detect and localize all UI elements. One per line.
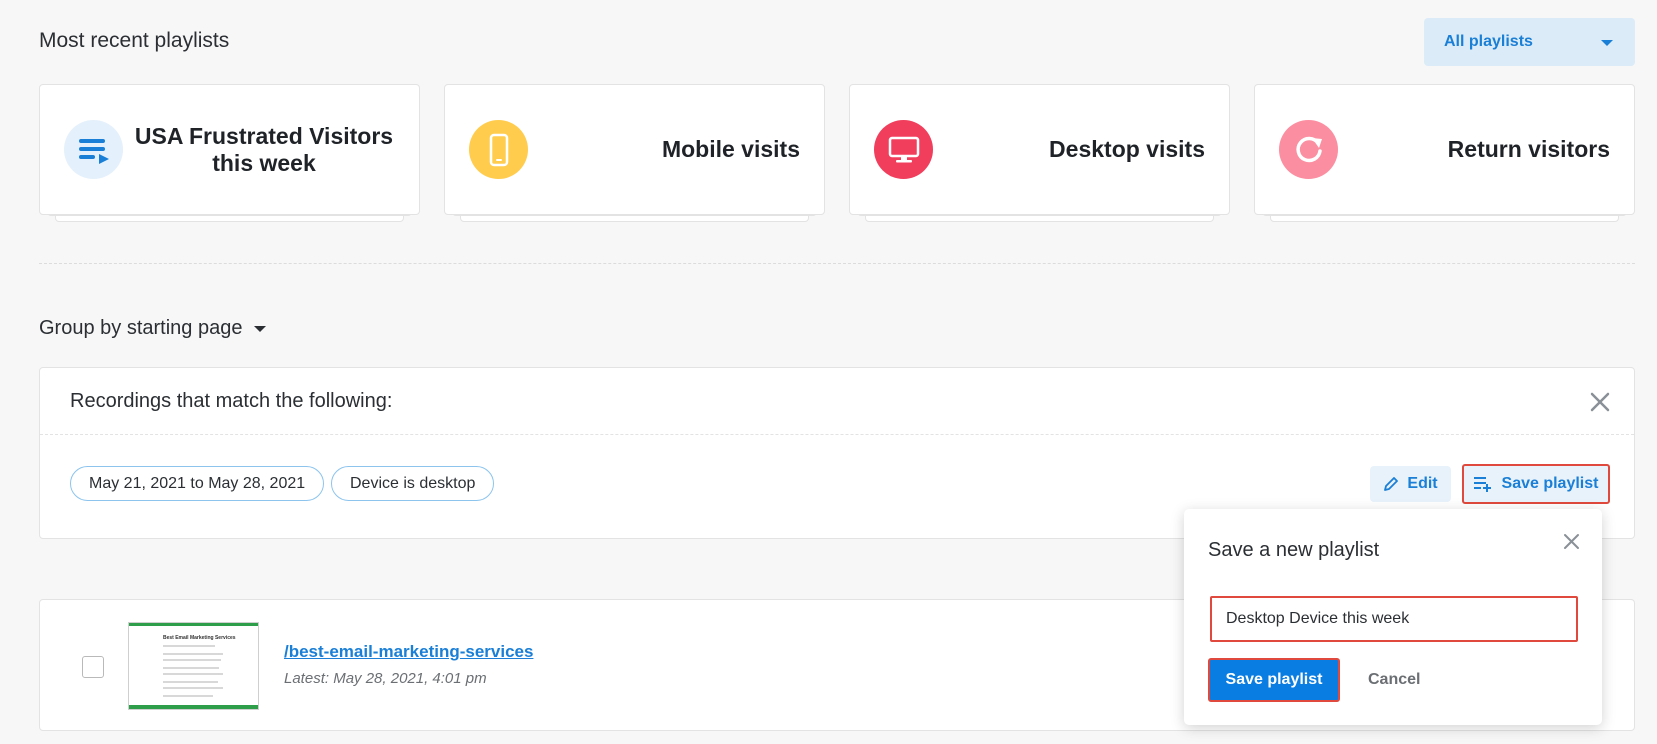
playlist-card-usa-frustrated[interactable]: USA Frustrated Visitors this week (39, 84, 420, 215)
group-by-label: Group by starting page (39, 317, 243, 339)
group-by-dropdown[interactable]: Group by starting page (39, 317, 267, 340)
thumb-line (163, 673, 223, 675)
save-playlist-button[interactable]: Save playlist (1462, 464, 1610, 504)
thumb-line (163, 645, 215, 647)
recording-checkbox[interactable] (82, 656, 104, 678)
thumb-line (163, 695, 213, 697)
thumb-line (163, 659, 221, 661)
recording-page-link[interactable]: /best-email-marketing-services (284, 642, 533, 662)
thumb-header-bar (129, 623, 258, 626)
thumb-line (163, 687, 223, 689)
close-popup-button[interactable] (1563, 533, 1580, 550)
playlist-add-icon (1473, 477, 1491, 492)
thumb-line (163, 653, 223, 655)
chevron-down-icon (1601, 40, 1613, 46)
playlist-icon (64, 120, 123, 179)
thumb-line (163, 667, 219, 669)
close-filter-button[interactable] (1588, 390, 1612, 414)
thumb-title: Best Email Marketing Services (163, 635, 236, 641)
playlist-card-mobile[interactable]: Mobile visits (444, 84, 825, 215)
playlist-card-label: Return visitors (1447, 136, 1610, 162)
close-icon (1564, 534, 1579, 549)
playlist-card-return[interactable]: Return visitors (1254, 84, 1635, 215)
playlist-cards: USA Frustrated Visitors this week Mobile… (39, 84, 1635, 232)
popup-title: Save a new playlist (1208, 539, 1380, 561)
playlist-card-wrap: Desktop visits (849, 84, 1230, 232)
playlist-filter-value: All playlists (1444, 33, 1533, 50)
recording-thumbnail[interactable]: Best Email Marketing Services (128, 622, 259, 710)
mobile-icon (469, 120, 528, 179)
filter-chip-date[interactable]: May 21, 2021 to May 28, 2021 (70, 466, 325, 501)
filter-heading: Recordings that match the following: (40, 368, 1634, 435)
thumb-footer-bar (129, 705, 258, 709)
close-icon (1590, 392, 1610, 412)
playlist-card-wrap: Mobile visits (444, 84, 825, 232)
desktop-icon (874, 120, 933, 179)
save-playlist-popup: Save a new playlist Save playlist Cancel (1184, 509, 1602, 725)
playlist-card-wrap: Return visitors (1254, 84, 1635, 232)
playlist-card-wrap: USA Frustrated Visitors this week (39, 84, 420, 232)
edit-button[interactable]: Edit (1370, 466, 1451, 502)
filter-chip-device[interactable]: Device is desktop (331, 466, 495, 501)
playlist-name-input[interactable] (1210, 596, 1578, 642)
recording-latest-timestamp: Latest: May 28, 2021, 4:01 pm (284, 670, 487, 687)
playlist-filter-dropdown[interactable]: All playlists (1424, 18, 1635, 66)
playlist-card-desktop[interactable]: Desktop visits (849, 84, 1230, 215)
playlist-card-label: USA Frustrated Visitors this week (134, 122, 394, 176)
refresh-icon (1279, 120, 1338, 179)
edit-button-label: Edit (1407, 475, 1438, 492)
popup-save-playlist-button[interactable]: Save playlist (1208, 658, 1340, 702)
save-playlist-label: Save playlist (1501, 475, 1599, 492)
pencil-icon (1384, 477, 1399, 491)
section-title: Most recent playlists (39, 29, 230, 52)
section-divider (39, 263, 1635, 264)
thumb-line (163, 681, 218, 683)
playlist-card-label: Mobile visits (661, 136, 800, 162)
chevron-down-icon (254, 325, 267, 332)
popup-cancel-button[interactable]: Cancel (1368, 658, 1420, 702)
playlist-card-label: Desktop visits (1049, 136, 1205, 162)
